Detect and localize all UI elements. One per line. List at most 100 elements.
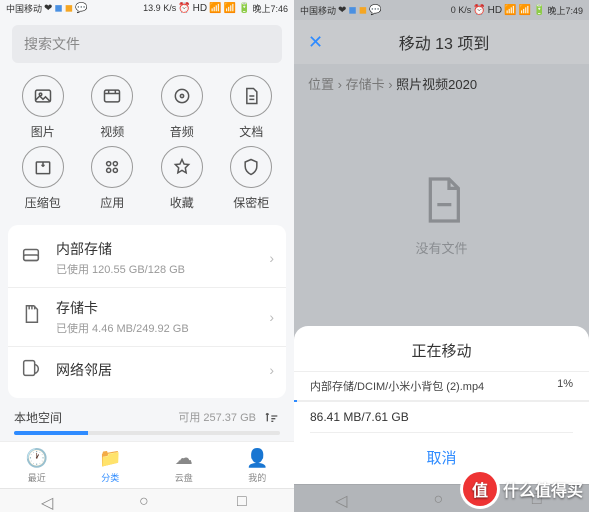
carrier-label: 中国移动 [6, 2, 42, 15]
phone-left: 中国移动 ❤ ◼ ◼ 💬 13.9 K/s ⏰ HD 📶 📶 🔋 晚上7:46 … [0, 0, 294, 512]
category-label: 图片 [31, 123, 55, 140]
category-label: 音频 [170, 123, 194, 140]
signal-icon: 📶 [519, 5, 531, 16]
file-path: 内部存储/DCIM/小米小背包 (2).mp4 [310, 378, 484, 394]
category-label: 保密柜 [233, 194, 269, 211]
tab-label: 最近 [28, 471, 46, 484]
storage-title: 内部存储 [56, 239, 257, 259]
search-input[interactable]: 搜索文件 [12, 25, 282, 63]
nav-home-icon[interactable]: ○ [139, 493, 155, 509]
crumb-location[interactable]: 位置 [308, 77, 334, 92]
safe-icon [230, 146, 272, 188]
size-label: 86.41 MB/7.61 GB [294, 402, 589, 432]
category-label: 压缩包 [25, 194, 61, 211]
nav-back-icon[interactable]: ◁ [41, 493, 57, 509]
alarm-icon: ⏰ [473, 5, 485, 16]
sdcard-icon [20, 303, 44, 330]
category-safe[interactable]: 保密柜 [217, 146, 287, 211]
app-icon-1: ◼ [348, 5, 356, 16]
image-icon [22, 75, 64, 117]
category-archive[interactable]: 压缩包 [8, 146, 78, 211]
hd-icon: HD [193, 3, 207, 14]
android-navbar: ◁ ○ □ [0, 488, 294, 512]
empty-label: 没有文件 [415, 238, 467, 257]
wifi-icon: 📶 [209, 3, 221, 14]
clock: 晚上7:49 [547, 4, 583, 17]
tab-label: 云盘 [175, 471, 193, 484]
heart-icon: ❤ [44, 3, 52, 14]
watermark: 值 什么值得买 [463, 472, 583, 506]
bottom-tabs: 🕐 最近 📁 分类 ☁ 云盘 👤 我的 [0, 441, 294, 488]
tab-mine[interactable]: 👤 我的 [221, 442, 295, 488]
chevron-right-icon: › [269, 250, 274, 266]
close-icon[interactable]: ✕ [308, 32, 323, 53]
app-icon [91, 146, 133, 188]
network-icon [20, 357, 44, 384]
category-video[interactable]: 视频 [78, 75, 148, 140]
move-header: ✕ 移动 13 项到 [294, 20, 589, 64]
tab-label: 分类 [101, 471, 119, 484]
crumb-current: 照片视频2020 [396, 77, 477, 92]
storage-progress [14, 431, 280, 435]
breadcrumb[interactable]: 位置 › 存储卡 › 照片视频2020 [294, 64, 589, 103]
status-bar: 中国移动 ❤ ◼ ◼ 💬 13.9 K/s ⏰ HD 📶 📶 🔋 晚上7:46 [0, 0, 294, 17]
phone-right: 中国移动 ❤ ◼ ◼ 💬 0 K/s ⏰ HD 📶 📶 🔋 晚上7:49 ✕ 移… [294, 0, 589, 512]
storage-sdcard[interactable]: 存储卡 已使用 4.46 MB/249.92 GB › [8, 287, 286, 346]
hd-icon: HD [488, 5, 502, 16]
video-icon [91, 75, 133, 117]
chat-icon: 💬 [369, 5, 381, 16]
sort-icon[interactable] [264, 408, 280, 427]
local-label: 本地空间 [14, 409, 62, 426]
chevron-right-icon: › [269, 362, 274, 378]
heart-icon: ❤ [338, 5, 346, 16]
nav-back-icon[interactable]: ◁ [335, 491, 351, 507]
cancel-button[interactable]: 取消 [310, 432, 573, 476]
favorite-icon [161, 146, 203, 188]
category-label: 文档 [239, 123, 263, 140]
chat-icon: 💬 [75, 3, 87, 14]
app-icon-1: ◼ [54, 3, 62, 14]
app-icon-2: ◼ [359, 5, 367, 16]
document-icon [230, 75, 272, 117]
category-image[interactable]: 图片 [8, 75, 78, 140]
move-progress-sheet: 正在移动 内部存储/DCIM/小米小背包 (2).mp4 1% 86.41 MB… [294, 326, 589, 484]
category-favorite[interactable]: 收藏 [147, 146, 217, 211]
category-label: 视频 [100, 123, 124, 140]
storage-title: 存储卡 [56, 298, 257, 318]
alarm-icon: ⏰ [178, 3, 190, 14]
clock-icon: 🕐 [26, 448, 48, 469]
cloud-icon: ☁ [175, 448, 193, 469]
tab-cloud[interactable]: ☁ 云盘 [147, 442, 221, 488]
audio-icon [161, 75, 203, 117]
category-label: 应用 [100, 194, 124, 211]
tab-recent[interactable]: 🕐 最近 [0, 442, 74, 488]
sheet-path-row: 内部存储/DCIM/小米小背包 (2).mp4 1% [294, 371, 589, 400]
net-speed: 0 K/s [451, 5, 472, 15]
empty-state: 没有文件 [294, 103, 589, 326]
tab-category[interactable]: 📁 分类 [74, 442, 148, 488]
page-title: 移动 13 项到 [337, 30, 551, 54]
carrier-label: 中国移动 [300, 4, 336, 17]
person-icon: 👤 [246, 448, 268, 469]
category-grid: 图片 视频 音频 文档 压缩包 应用 [0, 71, 294, 225]
archive-icon [22, 146, 64, 188]
status-bar: 中国移动 ❤ ◼ ◼ 💬 0 K/s ⏰ HD 📶 📶 🔋 晚上7:49 [294, 0, 589, 20]
storage-list: 内部存储 已使用 120.55 GB/128 GB › 存储卡 已使用 4.46… [8, 225, 286, 398]
nav-home-icon[interactable]: ○ [433, 491, 449, 507]
empty-file-icon [414, 172, 470, 228]
app-icon-2: ◼ [65, 3, 73, 14]
percent-label: 1% [557, 378, 573, 394]
crumb-sdcard[interactable]: 存储卡 [346, 77, 385, 92]
storage-sub: 已使用 4.46 MB/249.92 GB [56, 320, 257, 336]
storage-network[interactable]: 网络邻居 › [8, 346, 286, 394]
category-app[interactable]: 应用 [78, 146, 148, 211]
nav-recent-icon[interactable]: □ [237, 493, 253, 509]
local-space-row: 本地空间 可用 257.37 GB [0, 398, 294, 429]
wifi-icon: 📶 [504, 5, 516, 16]
category-document[interactable]: 文档 [217, 75, 287, 140]
battery-icon: 🔋 [533, 5, 545, 16]
category-audio[interactable]: 音频 [147, 75, 217, 140]
net-speed: 13.9 K/s [143, 3, 176, 13]
storage-internal[interactable]: 内部存储 已使用 120.55 GB/128 GB › [8, 229, 286, 287]
available-label: 可用 257.37 GB [178, 409, 256, 425]
